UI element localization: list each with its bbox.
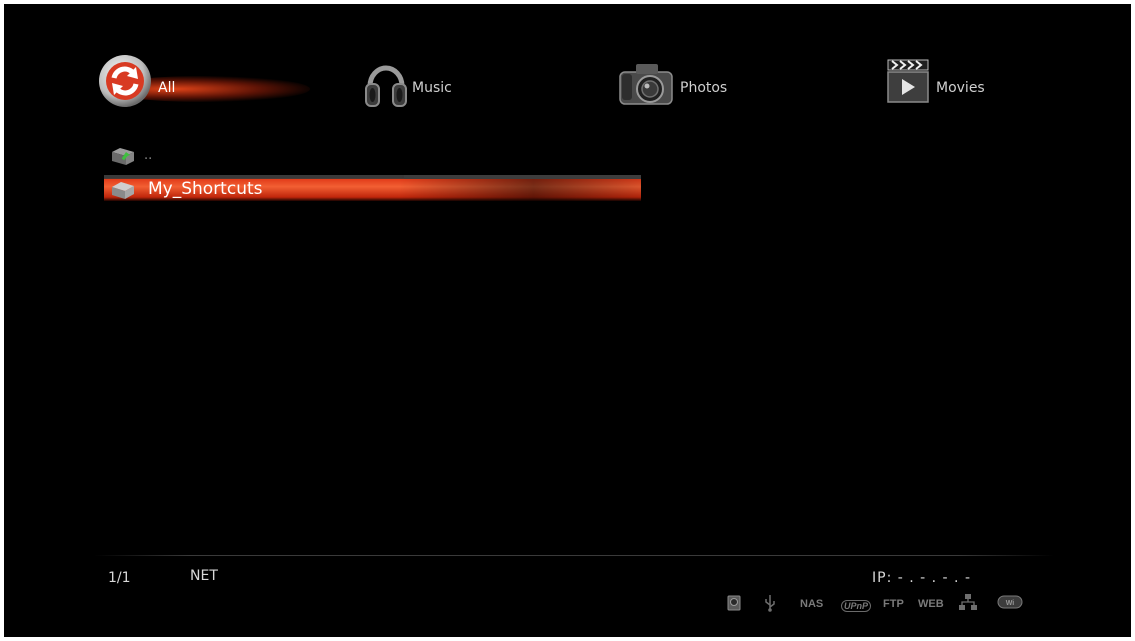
svg-text:Wi: Wi [1006,600,1015,607]
list-item-parent-folder[interactable]: .. [104,143,644,167]
upnp-indicator: UPnP [841,600,872,612]
camera-icon [619,64,673,105]
list-item-label: My_Shortcuts [148,179,263,199]
source-label: NET [190,568,218,584]
list-item-selected[interactable]: My_Shortcuts [104,172,644,202]
refresh-icon [99,55,151,107]
tab-music[interactable]: Music [364,50,452,110]
folder-icon [112,182,134,199]
tab-music-label: Music [412,80,452,96]
status-divider [94,555,1054,556]
parent-folder-label: .. [144,147,153,163]
tab-all-label: All [158,80,176,96]
ip-address: IP: - . - . - . - [872,570,971,586]
tab-movies-label: Movies [936,80,985,96]
parent-folder-icon [112,148,134,165]
selection-highlight-edge [404,175,641,179]
headphones-icon [365,65,407,107]
media-browser-screen: All Music Photos Movies .. My_Shortcuts … [4,4,1131,637]
web-indicator: WEB [918,598,944,610]
usb-icon [765,595,775,612]
network-icon [959,594,977,610]
nas-indicator: NAS [800,598,824,610]
tab-photos-label: Photos [680,80,728,96]
ftp-indicator: FTP [883,598,904,610]
tab-all[interactable]: All [96,50,326,110]
clapperboard-icon [887,59,929,103]
page-counter: 1/1 [108,570,131,586]
hdd-icon [727,595,741,611]
tab-movies[interactable]: Movies [884,50,985,110]
wifi-icon: Wi [997,595,1023,609]
tab-photos[interactable]: Photos [616,50,727,110]
